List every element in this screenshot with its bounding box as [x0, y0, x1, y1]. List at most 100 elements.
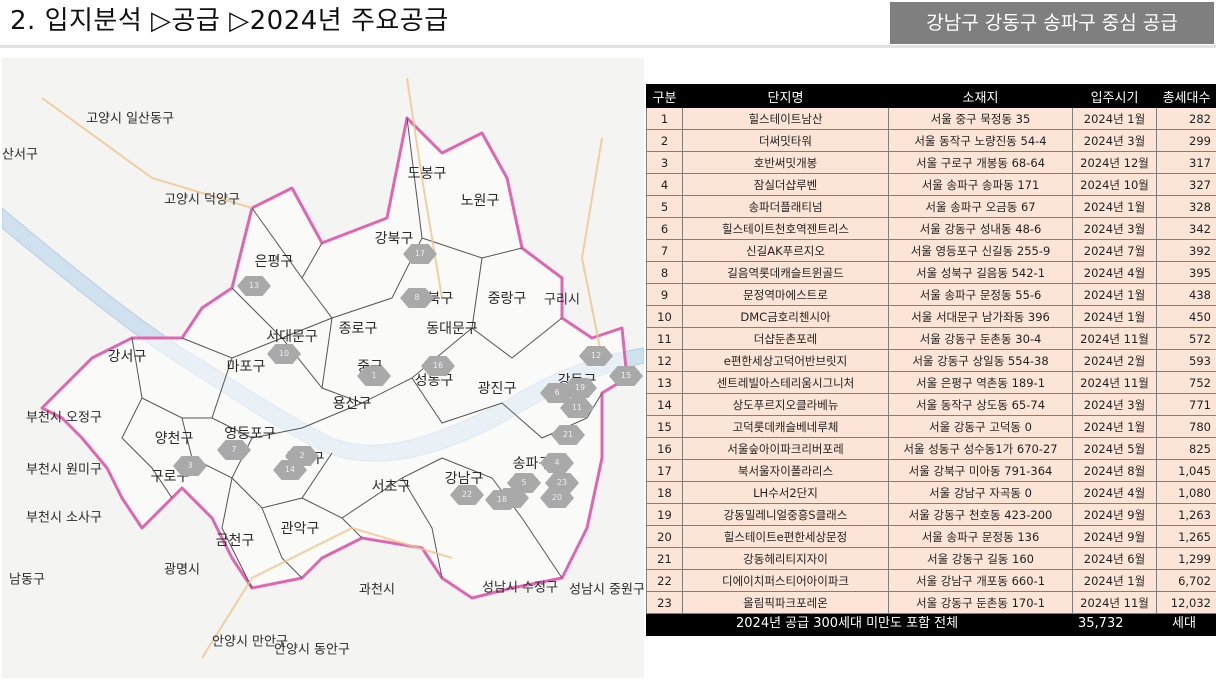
city-label: 남동구 [9, 572, 45, 588]
row-number: 20 [646, 525, 683, 548]
move-in-date: 2024년 7월 [1072, 239, 1157, 262]
row-number: 11 [646, 327, 683, 350]
district-label: 강서구 [107, 349, 147, 365]
row-number: 19 [646, 503, 683, 526]
total-households: 342 [1156, 217, 1216, 240]
complex-name: 디에이치퍼스티어아이파크 [682, 569, 889, 592]
table-row: 4 잠실더샵루벤 서울 송파구 송파동 171 2024년 10월 327 [646, 173, 1216, 196]
table-row: 20 힐스테이트e편한세상문정 서울 송파구 문정동 136 2024년 9월 1,26… [646, 525, 1216, 548]
complex-name: 문정역마에스트로 [682, 283, 889, 306]
complex-name: 강동밀레니얼중흥S클래스 [682, 503, 889, 526]
location: 서울 송파구 문정동 136 [888, 525, 1073, 548]
district-label: 은평구 [254, 254, 294, 270]
district-label: 도봉구 [407, 166, 447, 182]
table-row: 13 센트레빌아스테리움시그니처 서울 은평구 역촌동 189-1 2024년 11월… [646, 371, 1216, 394]
complex-name: 강동헤리티지자이 [682, 547, 889, 570]
complex-name: 호반써밋개봉 [682, 151, 889, 174]
location: 서울 중구 묵정동 35 [888, 107, 1073, 130]
city-label: 과천시 [359, 582, 395, 598]
table-row: 22 디에이치퍼스티어아이파크 서울 강남구 개포동 660-1 2024년 1월 6,… [646, 569, 1216, 592]
move-in-date: 2024년 3월 [1072, 393, 1157, 416]
city-label: 산서구 [2, 147, 38, 163]
total-households: 392 [1156, 239, 1216, 262]
complex-name: 상도푸르지오클라베뉴 [682, 393, 889, 416]
row-number: 8 [646, 261, 683, 284]
total-households: 1,265 [1156, 525, 1216, 548]
district-label: 광진구 [477, 381, 517, 397]
row-number: 4 [646, 173, 683, 196]
row-number: 2 [646, 129, 683, 152]
row-number: 1 [646, 107, 683, 130]
total-label: 2024년 공급 300세대 미만도 포함 전체 [736, 616, 959, 631]
complex-name: 힐스테이트남산 [682, 107, 889, 130]
seoul-map[interactable]: 도봉구노원구강북구은평구성북구중랑구서대문구종로구동대문구마포구중구성동구광진구… [2, 58, 644, 678]
city-label: 부천시 원미구 [26, 462, 102, 478]
district-label: 용산구 [332, 396, 372, 412]
total-households: 825 [1156, 437, 1216, 460]
district-label: 마포구 [226, 359, 266, 375]
total-households: 317 [1156, 151, 1216, 174]
supply-table: 구분 단지명 소재지 입주시기 총세대수 1 힐스테이트남산 서울 중구 묵정동 3… [646, 84, 1216, 614]
table-row: 19 강동밀레니얼중흥S클래스 서울 강동구 천호동 423-200 2024년 9월… [646, 503, 1216, 526]
header-divider [0, 45, 1216, 48]
total-households: 780 [1156, 415, 1216, 438]
move-in-date: 2024년 3월 [1072, 217, 1157, 240]
district-label: 종로구 [338, 321, 378, 337]
total-households: 1,045 [1156, 459, 1216, 482]
location: 서울 강동구 천호동 423-200 [888, 503, 1073, 526]
location: 서울 강동구 둔촌동 30-4 [888, 327, 1073, 350]
complex-name: 힐스테이트e편한세상문정 [682, 525, 889, 548]
move-in-date: 2024년 8월 [1072, 459, 1157, 482]
location: 서울 구로구 개봉동 68-64 [888, 151, 1073, 174]
complex-name: 송파더플래티넘 [682, 195, 889, 218]
complex-name: 북서울자이폴라리스 [682, 459, 889, 482]
row-number: 22 [646, 569, 683, 592]
move-in-date: 2024년 12월 [1072, 151, 1157, 174]
table-row: 7 신길AK푸르지오 서울 영등포구 신길동 255-9 2024년 7월 392 [646, 239, 1216, 262]
total-households: 1,299 [1156, 547, 1216, 570]
row-number: 10 [646, 305, 683, 328]
city-label: 광명시 [164, 562, 200, 578]
district-label: 양천구 [154, 431, 194, 447]
district-label: 관악구 [280, 521, 320, 537]
table-row: 10 DMC금호리첸시아 서울 서대문구 남가좌동 396 2024년 1월 450 [646, 305, 1216, 328]
table-row: 6 힐스테이트천호역젠트리스 서울 강동구 성내동 48-6 2024년 3월 342 [646, 217, 1216, 240]
move-in-date: 2024년 1월 [1072, 283, 1157, 306]
move-in-date: 2024년 11월 [1072, 327, 1157, 350]
location: 서울 영등포구 신길동 255-9 [888, 239, 1073, 262]
col-header: 단지명 [682, 84, 889, 108]
complex-name: DMC금호리첸시아 [682, 305, 889, 328]
move-in-date: 2024년 6월 [1072, 547, 1157, 570]
location: 서울 송파구 문정동 55-6 [888, 283, 1073, 306]
total-unit: 세대 [1172, 616, 1196, 631]
row-number: 23 [646, 591, 683, 614]
row-number: 7 [646, 239, 683, 262]
table-header-row: 구분 단지명 소재지 입주시기 총세대수 [646, 84, 1216, 108]
complex-name: 길음역롯데캐슬트윈골드 [682, 261, 889, 284]
complex-name: LH수서2단지 [682, 481, 889, 504]
location: 서울 강북구 미아동 791-364 [888, 459, 1073, 482]
total-households: 299 [1156, 129, 1216, 152]
col-header: 소재지 [888, 84, 1073, 108]
table-row: 8 길음역롯데캐슬트윈골드 서울 성북구 길음동 542-1 2024년 4월 395 [646, 261, 1216, 284]
total-households: 282 [1156, 107, 1216, 130]
col-header: 입주시기 [1072, 84, 1157, 108]
location: 서울 강동구 성내동 48-6 [888, 217, 1073, 240]
total-households: 12,032 [1156, 591, 1216, 614]
move-in-date: 2024년 11월 [1072, 371, 1157, 394]
region-badge: 강남구 강동구 송파구 중심 공급 [890, 2, 1214, 44]
row-number: 13 [646, 371, 683, 394]
total-households: 593 [1156, 349, 1216, 372]
total-households: 328 [1156, 195, 1216, 218]
table-row: 18 LH수서2단지 서울 강남구 자곡동 0 2024년 4월 1,080 [646, 481, 1216, 504]
city-label: 성남시 수정구 [482, 580, 558, 596]
total-households: 572 [1156, 327, 1216, 350]
move-in-date: 2024년 4월 [1072, 481, 1157, 504]
city-label: 고양시 일산동구 [86, 111, 174, 127]
location: 서울 강남구 자곡동 0 [888, 481, 1073, 504]
total-households: 1,263 [1156, 503, 1216, 526]
district-label: 서초구 [371, 479, 411, 495]
row-number: 15 [646, 415, 683, 438]
district-label: 강북구 [374, 231, 414, 247]
total-households: 327 [1156, 173, 1216, 196]
